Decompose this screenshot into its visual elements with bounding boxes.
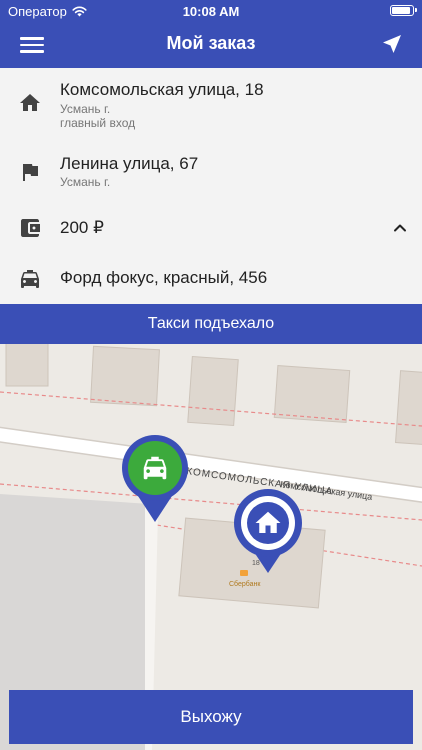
map-building [395,370,422,446]
pickup-row[interactable]: Комсомольская улица, 18 Усмань г. главны… [0,68,422,152]
location-arrow-icon[interactable] [380,32,404,56]
map-building [5,344,49,387]
clock: 10:08 AM [182,4,240,19]
car-icon [21,270,39,288]
bank-icon [240,570,248,576]
pickup-city: Усмань г. [60,102,111,116]
map-building [90,345,160,407]
chevron-up-icon[interactable] [390,218,410,238]
order-details: Комсомольская улица, 18 Усмань г. главны… [0,68,422,304]
flag-icon [23,164,38,181]
pickup-address: Комсомольская улица, 18 [60,80,264,99]
taxi-icon [143,456,167,480]
page-title: Мой заказ [166,33,256,53]
price-row[interactable]: 200 ₽ [0,212,422,256]
map-building [273,365,351,423]
destination-row[interactable]: Ленина улица, 67 Усмань г. [0,152,422,212]
destination-city: Усмань г. [60,175,111,189]
car-row[interactable]: Форд фокус, красный, 456 [0,262,422,302]
map-poi-label: Сбербанк [229,580,261,588]
destination-address: Ленина улица, 67 [60,154,199,173]
price-value: 200 ₽ [60,218,104,237]
exit-button[interactable]: Выхожу [9,690,413,744]
home-icon [20,94,40,111]
wallet-icon [21,219,40,237]
battery-level [392,7,411,14]
battery-icon [390,5,417,16]
pickup-note: главный вход [60,116,136,130]
status-bar: Оператор 10:08 AM [0,0,422,22]
map-building [187,355,239,427]
map-house-number: 18 [252,560,260,567]
car-description: Форд фокус, красный, 456 [60,268,268,287]
app-header: Оператор 10:08 AM Мой заказ [0,0,422,68]
status-banner: Такси подъехало [0,304,422,344]
